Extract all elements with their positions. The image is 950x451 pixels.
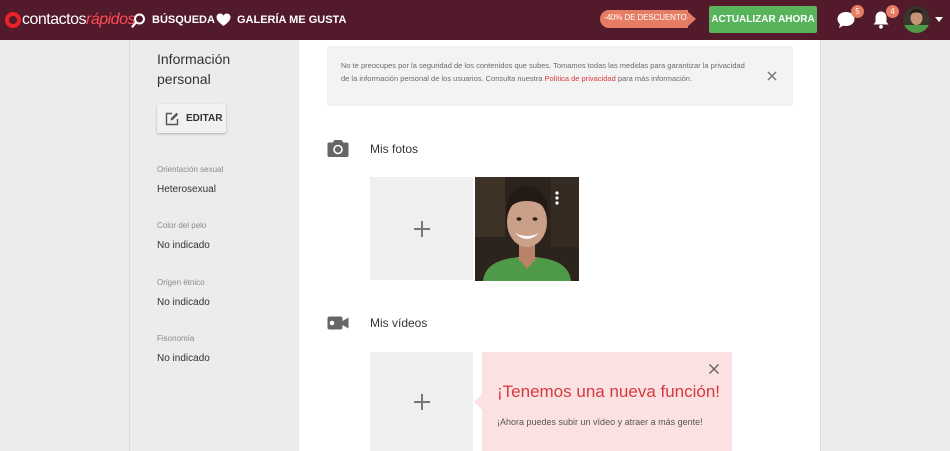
nav-search-label: BÚSQUEDA xyxy=(152,14,215,26)
messages-count-badge: 5 xyxy=(851,5,864,18)
profile-photo[interactable] xyxy=(475,177,579,281)
add-video-button[interactable] xyxy=(370,352,473,451)
search-icon xyxy=(131,13,145,28)
upgrade-now-button[interactable]: ACTUALIZAR AHORA xyxy=(709,6,817,33)
new-feature-tooltip: ¡Tenemos una nueva función! ¡Ahora puede… xyxy=(474,352,732,451)
photos-section-header: Mis fotos xyxy=(327,139,418,158)
video-camera-icon xyxy=(327,316,349,330)
heart-icon xyxy=(216,13,231,26)
tooltip-title: ¡Tenemos una nueva función! xyxy=(497,382,721,401)
attribute-value: Heterosexual xyxy=(157,184,216,195)
profile-photo-image xyxy=(475,177,579,281)
privacy-notice-text: No te preocupes por la seguridad de los … xyxy=(341,61,745,83)
top-navigation-bar: contactosrápidos BÚSQUEDA GALERÍA ME GUS… xyxy=(0,0,950,40)
attribute-value: No indicado xyxy=(157,353,210,364)
attribute-label: Color del pelo xyxy=(157,221,207,230)
discount-badge[interactable]: -40% DE DESCUENTO xyxy=(600,10,698,28)
videos-title: Mis vídeos xyxy=(370,316,428,330)
logo-text-part2: rápidos xyxy=(85,11,135,28)
personal-info-title: Información personal xyxy=(157,51,231,87)
privacy-notice: No te preocupes por la seguridad de los … xyxy=(327,46,793,106)
edit-label: EDITAR xyxy=(186,113,223,124)
attribute-value: No indicado xyxy=(157,297,210,308)
personal-info-sidebar: Información personal EDITAR Orientación … xyxy=(129,40,299,451)
account-menu-caret[interactable] xyxy=(935,17,943,22)
more-vertical-icon[interactable] xyxy=(555,191,559,205)
site-logo[interactable]: contactosrápidos xyxy=(5,10,135,30)
messages-button[interactable]: 5 xyxy=(836,5,864,30)
close-icon[interactable] xyxy=(765,69,779,83)
attribute-label: Fisonomía xyxy=(157,334,195,343)
discount-label: -40% DE DESCUENTO xyxy=(604,13,687,22)
privacy-policy-link[interactable]: Política de privacidad xyxy=(544,74,615,83)
plus-icon xyxy=(413,393,430,410)
tooltip-text: ¡Ahora puedes subir un vídeo y atraer a … xyxy=(497,417,703,427)
attribute-label: Orientación sexual xyxy=(157,165,224,174)
add-photo-button[interactable] xyxy=(370,177,473,280)
close-icon[interactable] xyxy=(708,363,720,375)
plus-icon xyxy=(413,220,430,237)
attribute-value: No indicado xyxy=(157,240,210,251)
nav-gallery-link[interactable]: GALERÍA ME GUSTA xyxy=(216,10,346,30)
profile-media-panel: No te preocupes por la seguridad de los … xyxy=(299,40,821,451)
videos-section-header: Mis vídeos xyxy=(327,316,427,330)
nav-search-link[interactable]: BÚSQUEDA xyxy=(131,10,215,30)
user-avatar[interactable] xyxy=(903,6,930,33)
notifications-button[interactable]: 4 xyxy=(871,5,899,30)
edit-button[interactable]: EDITAR xyxy=(157,104,226,133)
avatar-image xyxy=(903,6,930,33)
photos-title: Mis fotos xyxy=(370,141,419,156)
logo-mark-icon xyxy=(5,12,21,28)
attribute-label: Origen étnico xyxy=(157,278,205,287)
camera-icon xyxy=(327,140,349,157)
notifications-count-badge: 4 xyxy=(886,5,899,18)
nav-gallery-label: GALERÍA ME GUSTA xyxy=(237,14,347,26)
logo-text-part1: contactos xyxy=(22,11,86,28)
edit-icon xyxy=(165,112,179,125)
